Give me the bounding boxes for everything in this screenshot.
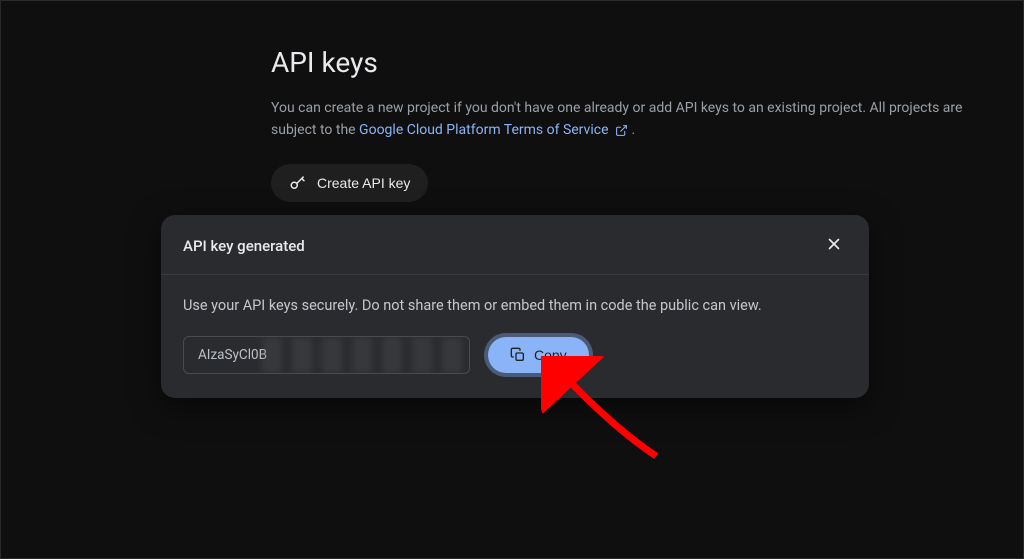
- modal-title: API key generated: [183, 237, 305, 255]
- copy-button-label: Copy: [534, 347, 567, 363]
- modal-body: Use your API keys securely. Do not share…: [161, 275, 869, 398]
- close-button[interactable]: [821, 231, 847, 260]
- tos-link[interactable]: Google Cloud Platform Terms of Service: [359, 122, 631, 138]
- api-key-redacted: [262, 337, 469, 373]
- key-row: AIzaSyCl0B Copy: [183, 336, 847, 374]
- desc-suffix: .: [631, 122, 635, 138]
- create-api-key-button[interactable]: Create API key: [271, 164, 428, 202]
- modal-header: API key generated: [161, 215, 869, 275]
- copy-button[interactable]: Copy: [488, 337, 589, 373]
- page-description: You can create a new project if you don'…: [271, 97, 991, 142]
- close-icon: [825, 235, 843, 256]
- key-icon: [289, 174, 307, 192]
- page-title: API keys: [271, 46, 1023, 79]
- api-key-field[interactable]: AIzaSyCl0B: [183, 336, 470, 374]
- api-key-generated-modal: API key generated Use your API keys secu…: [161, 215, 869, 398]
- api-key-visible-prefix: AIzaSyCl0B: [198, 347, 267, 363]
- modal-message: Use your API keys securely. Do not share…: [183, 297, 847, 314]
- copy-icon: [510, 347, 526, 363]
- tos-link-text: Google Cloud Platform Terms of Service: [359, 122, 608, 138]
- external-link-icon: [615, 124, 628, 137]
- create-button-label: Create API key: [317, 175, 410, 191]
